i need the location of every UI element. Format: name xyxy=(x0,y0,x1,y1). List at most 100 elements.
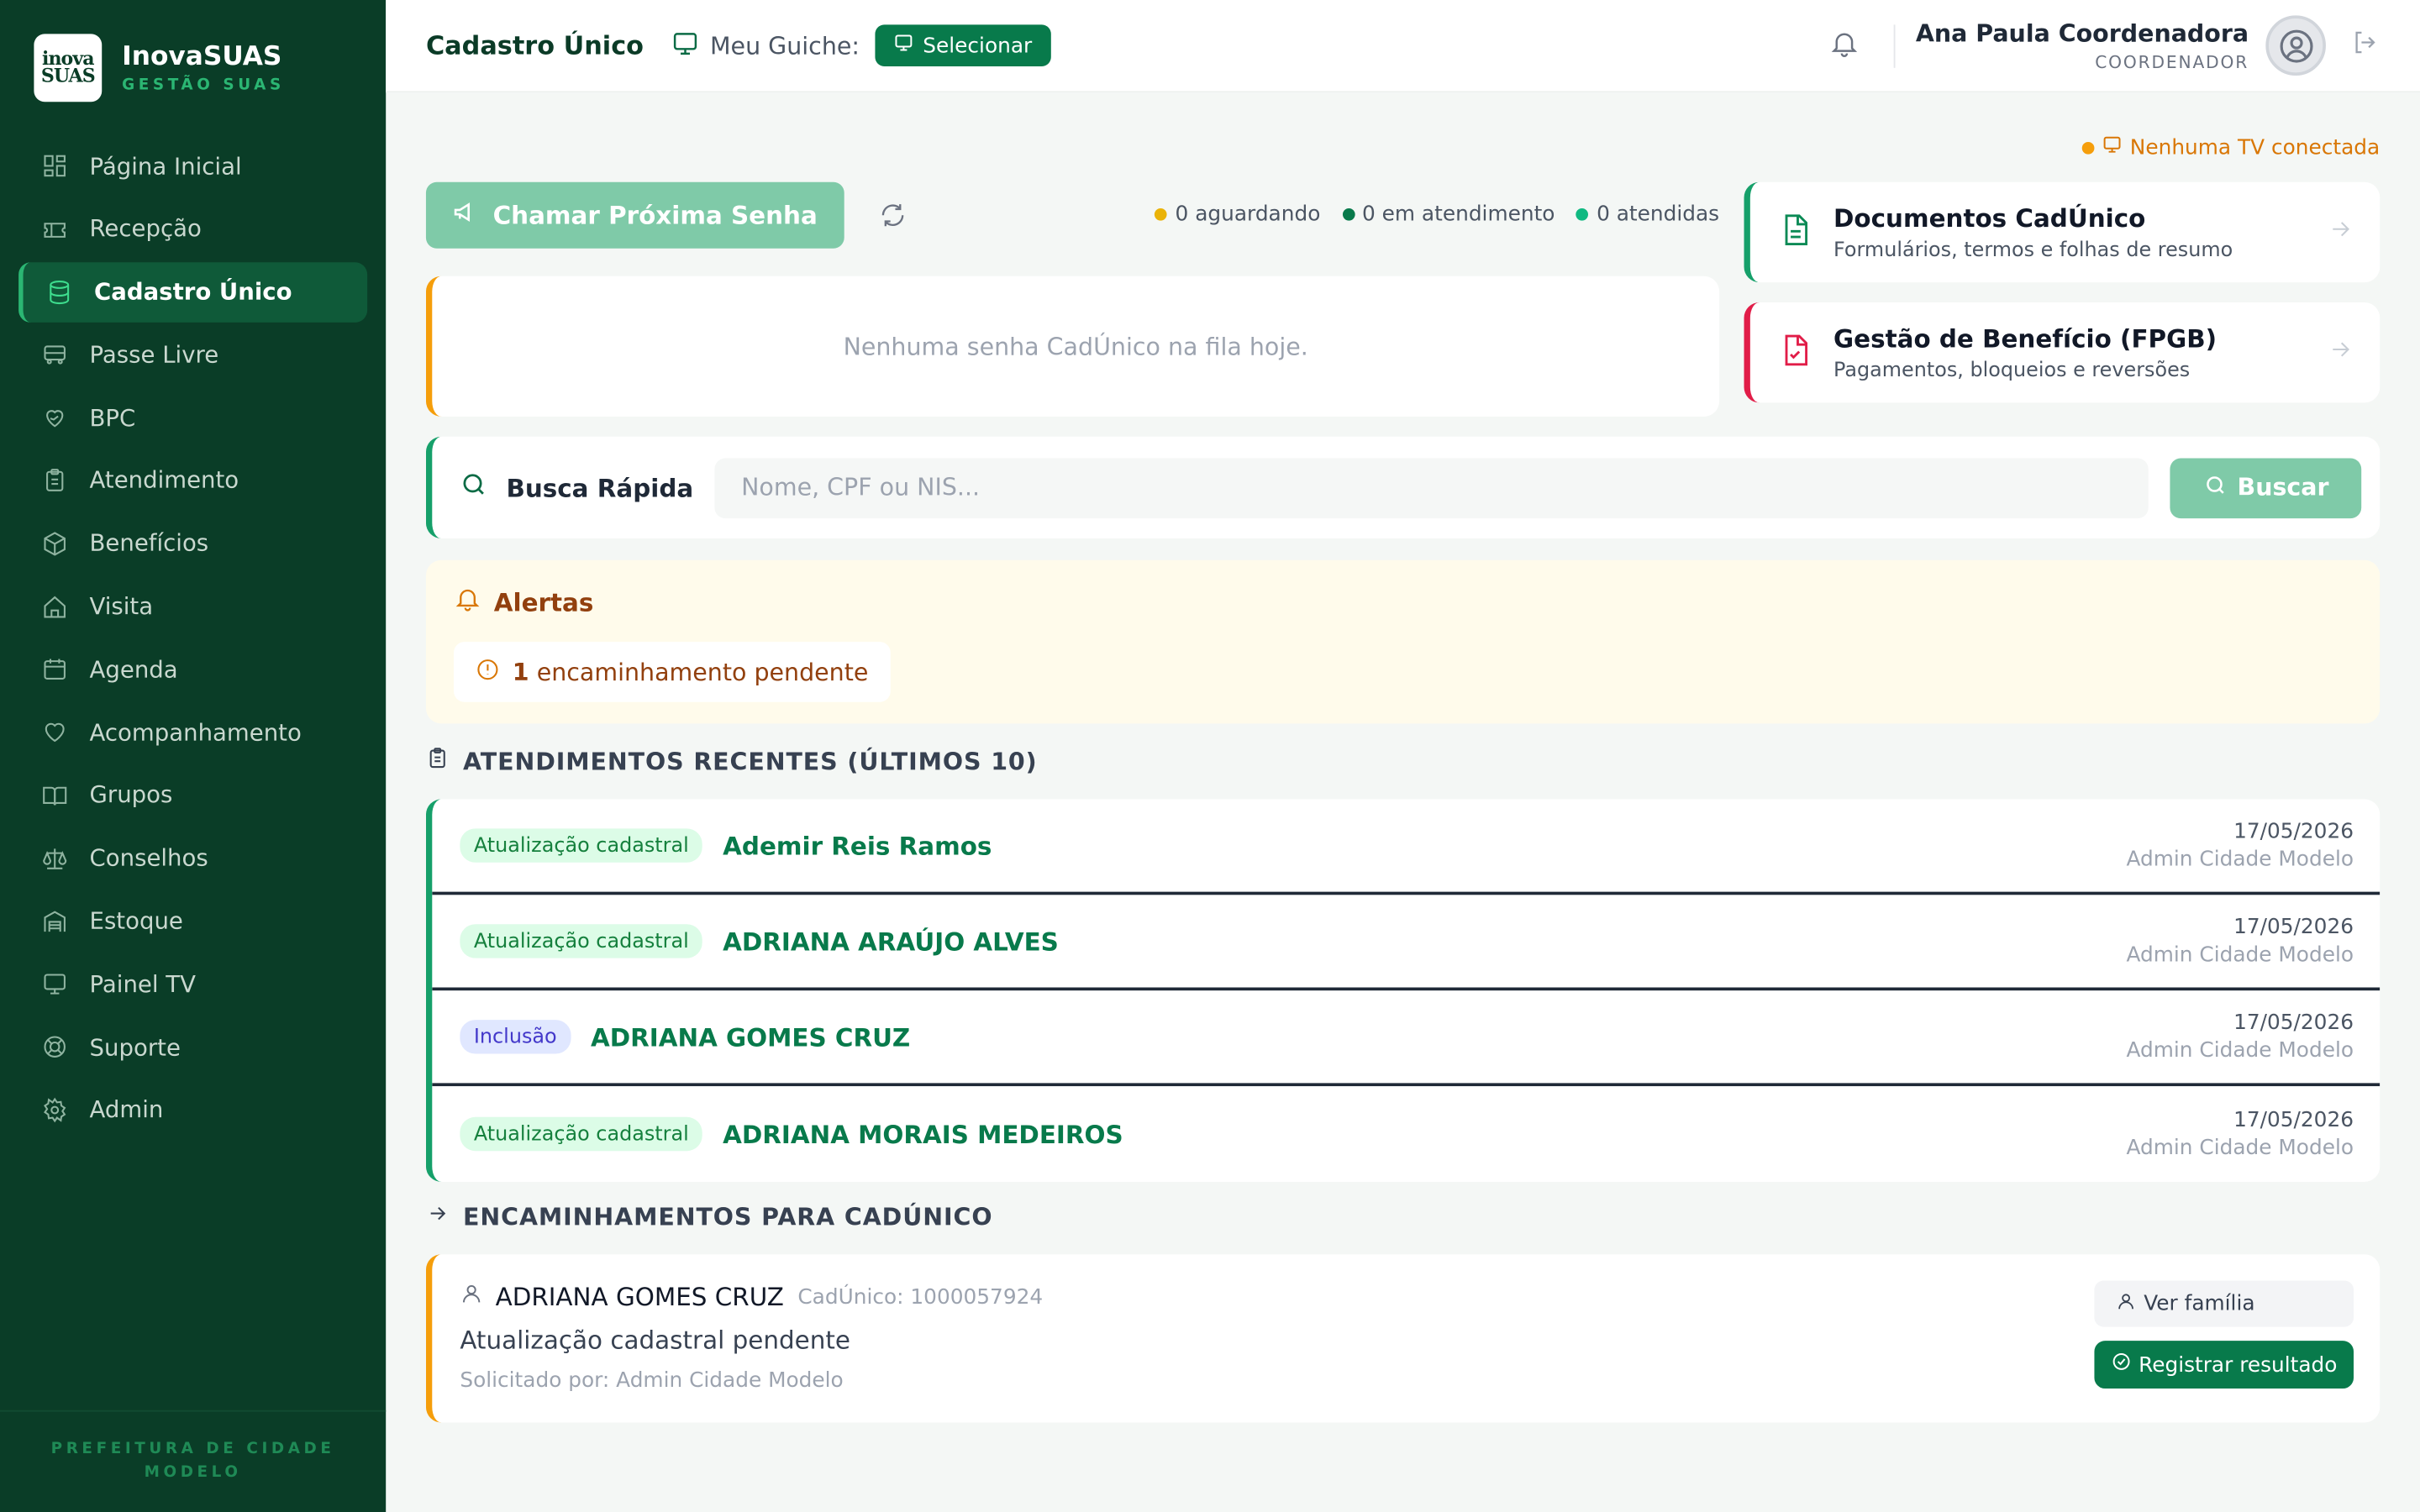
benefit-management-card[interactable]: Gestão de Benefício (FPGB) Pagamentos, b… xyxy=(1744,302,2381,403)
status-dot xyxy=(2081,141,2095,154)
alert-circle-icon xyxy=(476,657,500,688)
sidebar-item-label: Recepção xyxy=(89,214,202,243)
pending-referral-alert[interactable]: 1 encaminhamento pendente xyxy=(454,642,891,702)
card-title: Gestão de Benefício (FPGB) xyxy=(1833,323,2217,353)
row-author: Admin Cidade Modelo xyxy=(2126,1038,2354,1063)
referral-person-name: ADRIANA GOMES CRUZ xyxy=(495,1282,784,1312)
row-date: 17/05/2026 xyxy=(2233,1011,2354,1036)
referral-card: ADRIANA GOMES CRUZ CadÚnico: 1000057924 … xyxy=(425,1254,2381,1423)
referral-requester: Solicitado por: Admin Cidade Modelo xyxy=(460,1368,844,1394)
person-name-link[interactable]: Ademir Reis Ramos xyxy=(723,831,992,860)
queue-stats: 0 aguardando 0 em atendimento 0 atendida… xyxy=(1155,202,1719,227)
select-guiche-button[interactable]: Selecionar xyxy=(875,24,1051,66)
sidebar-item-passe-livre[interactable]: Passe Livre xyxy=(18,324,367,385)
quick-cards: Documentos CadÚnico Formulários, termos … xyxy=(1744,181,2381,423)
arrow-right-icon xyxy=(2328,336,2354,369)
status-badge: Atualização cadastral xyxy=(460,1116,703,1152)
sidebar-nav: Página Inicial Recepção Cadastro Único P… xyxy=(0,136,386,1143)
sidebar-item-atendimento[interactable]: Atendimento xyxy=(18,450,367,511)
call-next-ticket-button[interactable]: Chamar Próxima Senha xyxy=(425,181,844,249)
alerts-panel: Alertas 1 encaminhamento pendente xyxy=(425,559,2381,724)
sidebar-item-conselhos[interactable]: Conselhos xyxy=(18,828,367,889)
tv-icon xyxy=(2102,134,2123,160)
sidebar-item-label: Acompanhamento xyxy=(89,718,302,747)
list-item[interactable]: Atualização cadastral Ademir Reis Ramos … xyxy=(432,799,2381,895)
bell-icon[interactable] xyxy=(1829,27,1860,64)
sidebar-item-label: Visita xyxy=(89,592,154,621)
list-item[interactable]: Inclusão ADRIANA GOMES CRUZ 17/05/2026 Ad… xyxy=(432,990,2381,1087)
sidebar-item-painel-tv[interactable]: Painel TV xyxy=(18,954,367,1015)
sidebar-item-label: Suporte xyxy=(89,1032,181,1062)
database-icon xyxy=(45,278,72,306)
quick-search: Busca Rápida Buscar xyxy=(425,436,2381,539)
row-date: 17/05/2026 xyxy=(2233,1107,2354,1133)
sidebar-item-suporte[interactable]: Suporte xyxy=(18,1017,367,1078)
bell-icon xyxy=(454,585,481,618)
book-icon xyxy=(40,781,68,809)
avatar[interactable] xyxy=(2265,15,2326,76)
sidebar-item-estoque[interactable]: Estoque xyxy=(18,891,367,952)
sidebar-item-bpc[interactable]: BPC xyxy=(18,387,367,448)
sidebar-item-acompanhamento[interactable]: Acompanhamento xyxy=(18,702,367,763)
search-button[interactable]: Buscar xyxy=(2170,457,2362,518)
check-circle-icon xyxy=(2111,1352,2131,1378)
user-role: COORDENADOR xyxy=(2095,51,2249,72)
search-input[interactable] xyxy=(714,457,2149,518)
status-badge: Inclusão xyxy=(460,1020,571,1054)
brand-subtitle: GESTÃO SUAS xyxy=(122,76,285,95)
grid-icon xyxy=(40,152,68,180)
arrow-right-icon xyxy=(426,1202,450,1231)
row-date: 17/05/2026 xyxy=(2233,915,2354,940)
sidebar-item-recepcao[interactable]: Recepção xyxy=(18,199,367,260)
sidebar-item-visita[interactable]: Visita xyxy=(18,576,367,637)
recent-list: Atualização cadastral Ademir Reis Ramos … xyxy=(425,799,2381,1182)
sidebar-item-beneficios[interactable]: Benefícios xyxy=(18,513,367,574)
package-icon xyxy=(40,530,68,558)
logout-icon[interactable] xyxy=(2350,28,2380,63)
in-service-stat: 0 em atendimento xyxy=(1342,202,1555,227)
list-item[interactable]: Atualização cadastral ADRIANA ARAÚJO ALV… xyxy=(432,895,2381,991)
sidebar-footer: PREFEITURA DE CIDADE MODELO xyxy=(0,1410,387,1512)
register-result-button[interactable]: Registrar resultado xyxy=(2094,1341,2354,1389)
monitor-icon xyxy=(40,970,68,998)
person-name-link[interactable]: ADRIANA GOMES CRUZ xyxy=(591,1022,910,1052)
monitor-icon xyxy=(893,33,913,59)
sidebar-item-label: Cadastro Único xyxy=(94,277,292,306)
user-name: Ana Paula Coordenadora xyxy=(1915,18,2249,48)
documents-card[interactable]: Documentos CadÚnico Formulários, termos … xyxy=(1744,181,2381,283)
sidebar-item-label: Grupos xyxy=(89,781,173,810)
call-next-ticket-label: Chamar Próxima Senha xyxy=(492,200,818,230)
sidebar-item-label: Benefícios xyxy=(89,529,209,558)
guiche-selector: Meu Guiche: Selecionar xyxy=(671,24,1051,66)
brand-logo: inova SUAS xyxy=(34,34,103,102)
row-date: 17/05/2026 xyxy=(2233,819,2354,844)
sidebar-item-agenda[interactable]: Agenda xyxy=(18,639,367,700)
refresh-icon[interactable] xyxy=(878,201,908,236)
person-name-link[interactable]: ADRIANA MORAIS MEDEIROS xyxy=(723,1120,1123,1149)
recent-section-title: ATENDIMENTOS RECENTES (ÚLTIMOS 10) xyxy=(426,747,1038,776)
bus-icon xyxy=(40,341,68,369)
alert-text: encaminhamento pendente xyxy=(536,658,869,686)
referrals-section-title: ENCAMINHAMENTOS PARA CADÚNICO xyxy=(426,1202,993,1231)
search-button-label: Buscar xyxy=(2237,473,2329,501)
select-guiche-label: Selecionar xyxy=(923,33,1033,58)
sidebar-item-grupos[interactable]: Grupos xyxy=(18,765,367,826)
brand[interactable]: inova SUAS InovaSUAS GESTÃO SUAS xyxy=(0,0,386,123)
sidebar-item-cadastro-unico[interactable]: Cadastro Único xyxy=(18,261,368,323)
arrow-right-icon xyxy=(2328,216,2354,249)
card-subtitle: Formulários, termos e folhas de resumo xyxy=(1833,238,2233,262)
sidebar-item-label: Página Inicial xyxy=(89,151,242,180)
calendar-icon xyxy=(40,655,68,683)
ticket-icon xyxy=(40,215,68,243)
row-author: Admin Cidade Modelo xyxy=(2126,942,2354,968)
referral-description: Atualização cadastral pendente xyxy=(460,1325,850,1355)
view-family-button[interactable]: Ver família xyxy=(2094,1280,2354,1327)
monitor-icon xyxy=(671,29,699,62)
topbar: Cadastro Único Meu Guiche: Selecionar An… xyxy=(386,0,2420,93)
sidebar-item-admin[interactable]: Admin xyxy=(18,1080,367,1141)
lifebuoy-icon xyxy=(40,1033,68,1061)
list-item[interactable]: Atualização cadastral ADRIANA MORAIS MED… xyxy=(432,1086,2380,1182)
sidebar-item-pagina-inicial[interactable]: Página Inicial xyxy=(18,136,367,197)
person-name-link[interactable]: ADRIANA ARAÚJO ALVES xyxy=(723,927,1059,956)
row-author: Admin Cidade Modelo xyxy=(2126,847,2354,872)
